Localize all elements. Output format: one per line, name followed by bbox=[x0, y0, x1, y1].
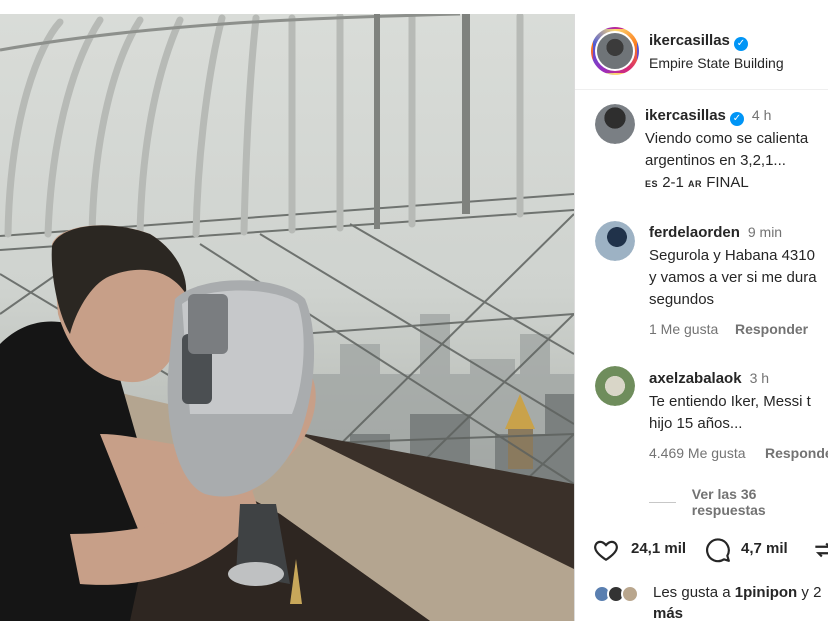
post-actions: 24,1 mil 4,7 mil bbox=[575, 531, 828, 567]
author-avatar[interactable] bbox=[591, 27, 639, 75]
comment-text-line: hijo 15 años... bbox=[649, 415, 743, 432]
comment-count[interactable]: 4,7 mil bbox=[741, 540, 788, 557]
caption-header: ikercasillas ✓ 4 h bbox=[645, 107, 771, 126]
replies-divider bbox=[649, 501, 676, 503]
comment-header: ferdelaorden 9 min bbox=[649, 224, 782, 242]
liked-by-more[interactable]: más bbox=[653, 605, 683, 621]
comment-time[interactable]: 9 min bbox=[748, 224, 782, 240]
heart-icon[interactable] bbox=[807, 248, 821, 262]
liker-avatar[interactable] bbox=[621, 585, 639, 603]
verified-badge-icon: ✓ bbox=[733, 37, 748, 51]
author-name-row: ikercasillas ✓ bbox=[649, 32, 748, 51]
score-value: 2-1 bbox=[662, 174, 684, 191]
comment-text-line: Te entiendo Iker, Messi t bbox=[649, 393, 811, 410]
liked-by-prefix: Les gusta a bbox=[653, 584, 731, 601]
author-username[interactable]: ikercasillas bbox=[649, 32, 730, 49]
comment-avatar[interactable] bbox=[595, 366, 635, 406]
liked-by-text: Les gusta a 1pinipon y 2 bbox=[653, 584, 821, 601]
caption-username[interactable]: ikercasillas bbox=[645, 107, 726, 124]
post-photo[interactable] bbox=[0, 14, 574, 621]
comment-likes[interactable]: 1 Me gusta bbox=[649, 321, 718, 337]
comment-text-line: segundos bbox=[649, 291, 715, 308]
argentina-flag-icon: AR bbox=[688, 179, 703, 189]
view-replies-label: Ver las 36 respuestas bbox=[691, 486, 766, 518]
comment-likes[interactable]: 4.469 Me gusta bbox=[649, 445, 746, 461]
comment-avatar[interactable] bbox=[595, 221, 635, 261]
post-header: ikercasillas ✓ Empire State Building bbox=[575, 14, 828, 90]
spain-flag-icon: ES bbox=[645, 179, 659, 189]
liked-by-user[interactable]: 1pinipon bbox=[735, 584, 798, 601]
caption-line-1: Viendo como se calienta bbox=[645, 130, 809, 147]
score-status: FINAL bbox=[706, 174, 749, 191]
liked-by-suffix: y 2 bbox=[801, 584, 822, 601]
reply-button[interactable]: Responde bbox=[765, 445, 828, 461]
comment-time[interactable]: 3 h bbox=[750, 370, 769, 386]
comment-text-line: Segurola y Habana 4310 bbox=[649, 247, 815, 264]
comment-username[interactable]: axelzabalaok bbox=[649, 370, 742, 387]
comment-icon[interactable] bbox=[705, 537, 731, 563]
post-sidebar: ikercasillas ✓ Empire State Building iker… bbox=[574, 14, 828, 621]
comment-header: axelzabalaok 3 h bbox=[649, 370, 769, 388]
post-location[interactable]: Empire State Building bbox=[649, 55, 784, 71]
caption-line-2: argentinos en 3,2,1... bbox=[645, 152, 786, 169]
verified-badge-icon: ✓ bbox=[729, 112, 744, 126]
heart-icon[interactable] bbox=[593, 537, 619, 563]
caption-time[interactable]: 4 h bbox=[752, 107, 771, 123]
share-icon[interactable] bbox=[811, 537, 828, 563]
reply-button[interactable]: Responder bbox=[735, 321, 808, 337]
like-count[interactable]: 24,1 mil bbox=[631, 540, 686, 557]
empire-state-observation-photo bbox=[0, 14, 574, 621]
caption-avatar[interactable] bbox=[595, 104, 635, 144]
caption-score: ES 2-1 AR FINAL bbox=[645, 172, 749, 195]
comment-username[interactable]: ferdelaorden bbox=[649, 224, 740, 241]
comment-text-line: y vamos a ver si me dura bbox=[649, 269, 817, 286]
view-replies-button[interactable]: Ver las 36 respuestas bbox=[649, 486, 828, 518]
